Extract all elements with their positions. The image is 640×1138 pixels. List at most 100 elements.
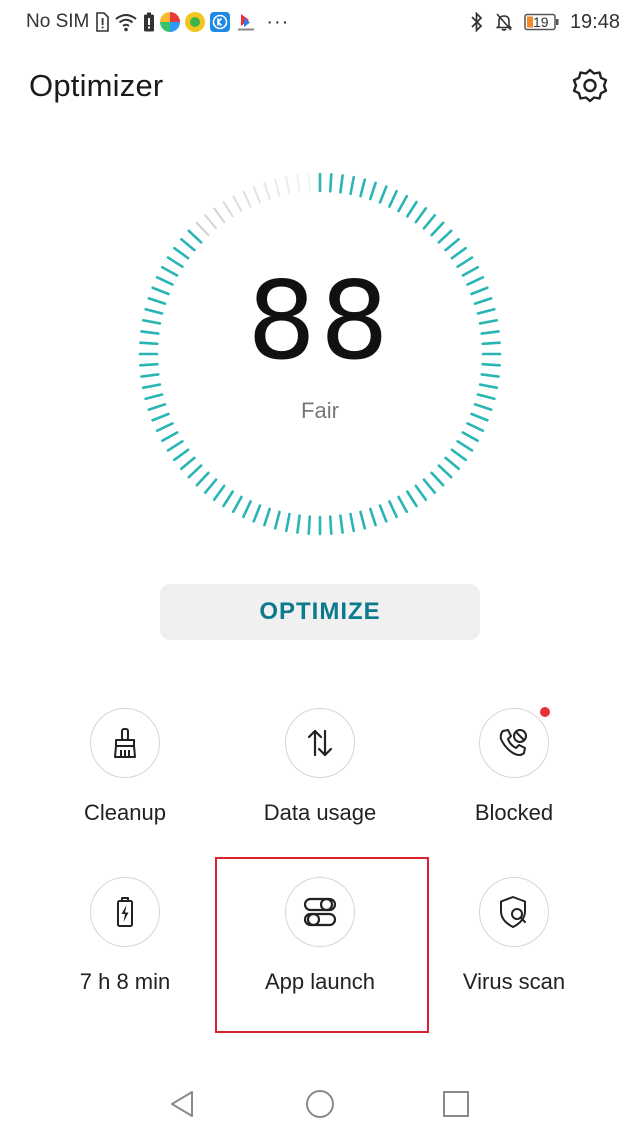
score-tick [222, 201, 234, 218]
data-usage-icon-circle [285, 708, 355, 778]
navigation-bar [0, 1070, 640, 1138]
tool-blocked[interactable]: Blocked [414, 707, 614, 858]
status-bar: No SIM ··· 19 19:48 [0, 0, 640, 44]
score-tick [212, 484, 226, 501]
score-tick [406, 200, 418, 218]
shield-search-icon [500, 896, 526, 928]
score-tick [284, 512, 291, 533]
score-tick [388, 500, 398, 519]
app-launch-toggle-icon [303, 897, 337, 927]
broom-icon [114, 728, 136, 758]
back-button[interactable] [160, 1084, 204, 1124]
score-tick [195, 471, 210, 487]
score-tick [141, 383, 162, 390]
optimizer-screen: No SIM ··· 19 19:48 Optimizer 88 Fair OP… [0, 0, 640, 1138]
score-tick [444, 237, 460, 252]
score-tick [422, 478, 437, 494]
battery-charging-icon [117, 897, 133, 927]
app-notification-icon [160, 12, 181, 32]
tool-virus-scan[interactable]: Virus scan [414, 877, 614, 1027]
score-tick [339, 174, 344, 194]
score-tick [466, 422, 485, 432]
notification-dot [540, 707, 550, 717]
score-tick [252, 504, 262, 523]
score-tick [456, 256, 474, 268]
score-tick [180, 237, 196, 252]
app-launch-icon-circle [285, 877, 355, 947]
tool-label: Cleanup [84, 800, 166, 825]
page-title: Optimizer [29, 68, 164, 103]
score-tick [456, 440, 474, 452]
score-tick [406, 490, 418, 508]
score-tick [450, 246, 467, 260]
score-tick [378, 185, 388, 204]
score-tick [296, 514, 301, 534]
settings-button[interactable] [566, 62, 614, 110]
tool-battery[interactable]: 7 h 8 min [25, 877, 225, 1027]
virus-scan-icon-circle [479, 877, 549, 947]
clock: 19:48 [569, 10, 620, 33]
home-button[interactable] [298, 1084, 342, 1124]
gear-icon [572, 68, 608, 103]
battery-icon: 19 [524, 13, 560, 31]
score-tick [437, 464, 453, 479]
score-tick [187, 229, 203, 244]
score-tick [378, 504, 388, 523]
battery-saver-icon [143, 12, 155, 32]
score-tick [155, 422, 174, 432]
score-tick [307, 173, 311, 193]
score-tick [478, 383, 499, 390]
app-notification-icon [210, 12, 231, 32]
tool-label: Data usage [263, 800, 377, 825]
tool-label: App launch [264, 969, 376, 994]
score-tick [222, 490, 234, 508]
score-tick [414, 207, 428, 224]
score-tick [359, 178, 367, 198]
blocked-call-icon [499, 729, 527, 756]
score-tick [273, 510, 281, 530]
tool-label: 7 h 8 min [79, 969, 171, 994]
status-right: 19 19:48 [470, 10, 620, 34]
transfer-arrows-icon [307, 729, 333, 757]
status-left: No SIM ··· [26, 10, 289, 34]
score-tick [242, 500, 252, 519]
blocked-icon-circle [479, 707, 550, 778]
home-icon [306, 1090, 334, 1118]
tool-label: Virus scan [462, 969, 566, 994]
battery-level: 19 [532, 14, 549, 30]
score-tick [173, 246, 190, 260]
score-tick [173, 448, 190, 462]
tool-data-usage[interactable]: Data usage [220, 708, 420, 858]
tool-cleanup[interactable]: Cleanup [25, 708, 225, 858]
score-tick [252, 185, 261, 204]
score-tick [328, 515, 333, 535]
score-tick [437, 229, 453, 244]
battery-icon-circle [90, 877, 160, 947]
bluetooth-icon [470, 12, 484, 32]
score-tick [274, 178, 281, 198]
score-tick [231, 495, 243, 514]
wifi-icon [114, 12, 138, 32]
score-label: Fair [301, 398, 339, 423]
back-icon [171, 1091, 193, 1117]
score-tick [204, 214, 218, 230]
recents-icon [443, 1091, 469, 1117]
cleanup-icon-circle [90, 708, 160, 778]
score-tick [166, 256, 184, 268]
optimize-button[interactable]: OPTIMIZE [160, 584, 480, 640]
score-tick [414, 484, 428, 501]
score-tick [195, 221, 210, 237]
score-tick [180, 456, 196, 471]
carrier-label: No SIM [26, 11, 90, 32]
recents-button[interactable] [434, 1084, 478, 1124]
tool-app-launch[interactable]: App launch [220, 877, 420, 1027]
score-tick [339, 514, 344, 534]
app-notification-icon [235, 12, 257, 32]
score-tick [242, 190, 252, 208]
score-tick [307, 515, 312, 535]
score-tick [263, 181, 271, 200]
score-tick [285, 176, 291, 195]
score-tick [430, 471, 445, 487]
score-tick [397, 495, 409, 514]
score-value: 88 [247, 259, 393, 384]
